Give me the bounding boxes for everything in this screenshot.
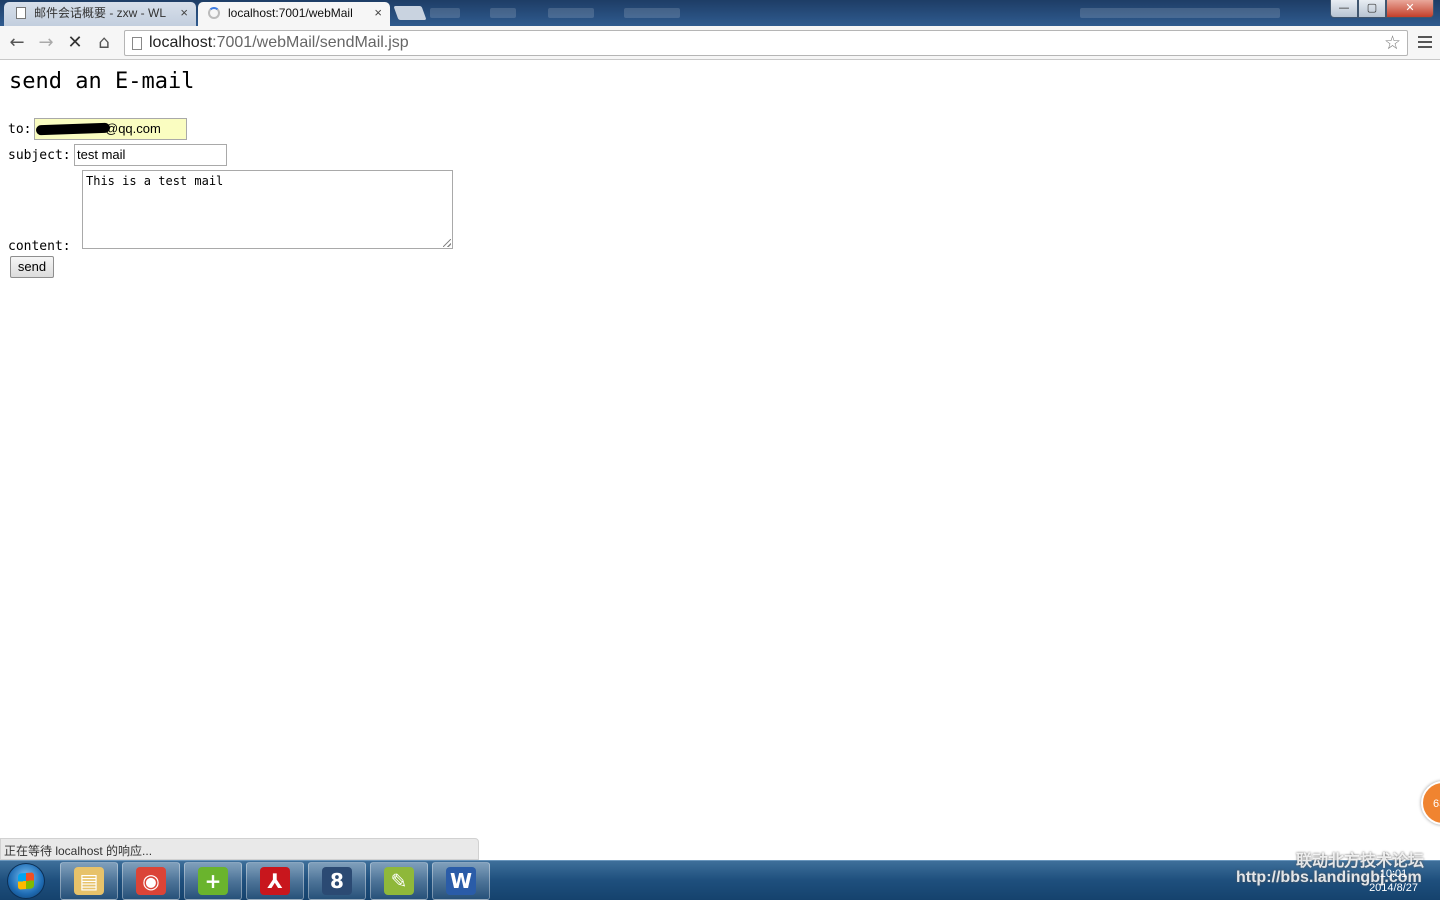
home-icon[interactable]: ⌂ [93,32,115,54]
plus-app-icon: + [198,867,228,895]
browser-toolbar: ← → ✕ ⌂ localhost:7001/webMail/sendMail.… [0,26,1440,60]
url-host: localhost [149,34,213,51]
send-button[interactable]: send [10,256,54,278]
content-textarea[interactable]: This is a test mail [82,170,453,249]
windows-logo-icon [18,872,34,890]
tab-title: 邮件会话概要 - zxw - WL [34,6,166,20]
chrome-icon: ◉ [136,867,166,895]
to-field-value: @qq.com [105,121,161,136]
system-clock[interactable]: 10:01 2014/8/27 [1369,867,1418,895]
tab-close-icon[interactable]: × [374,2,382,24]
address-bar[interactable]: localhost:7001/webMail/sendMail.jsp ☆ [124,30,1408,56]
subject-field-value: test mail [77,147,126,162]
taskbar-app-button[interactable]: ✎ [370,862,428,900]
eclipse-script-icon: 8 [322,867,352,895]
tab-close-icon[interactable]: × [180,2,188,24]
stop-loading-icon[interactable]: ✕ [64,32,86,54]
blurred-bookmark [624,8,680,18]
notepad-icon: ✎ [384,867,414,895]
tab-webmail[interactable]: localhost:7001/webMail × [198,2,390,26]
taskbar-app-button[interactable]: ⅄ [246,862,304,900]
windows-taskbar: ▤ ◉ + ⅄ 8 ✎ W 联动北方技术论坛 http://bbs.landingbj.co… [0,853,1440,900]
loading-spinner-icon [208,7,220,19]
window-controls: — ▢ ✕ [1330,0,1434,18]
url-path: :7001/webMail/sendMail.jsp [212,34,409,51]
resize-grip-icon[interactable] [443,239,451,247]
taskbar-app-button[interactable]: ▤ [60,862,118,900]
url-text: localhost:7001/webMail/sendMail.jsp [149,34,409,52]
maximize-button[interactable]: ▢ [1358,0,1386,18]
blurred-bookmark [490,8,516,18]
start-button[interactable] [7,863,45,899]
back-arrow-icon[interactable]: ← [6,32,28,54]
word-icon: W [446,867,476,895]
browser-tabstrip: 邮件会话概要 - zxw - WL × localhost:7001/webMa… [0,0,1440,26]
taskbar-app-button[interactable]: 8 [308,862,366,900]
forward-arrow-icon[interactable]: → [35,32,57,54]
tab-mail-session-summary[interactable]: 邮件会话概要 - zxw - WL × [4,2,196,26]
chrome-menu-icon[interactable] [1418,36,1432,51]
to-label: to: [8,122,32,137]
blurred-bookmark [548,8,594,18]
clock-time: 10:01 [1379,868,1408,880]
page-icon [132,37,142,50]
content-label: content: [8,239,71,254]
file-explorer-icon: ▤ [74,867,104,895]
subject-field[interactable]: test mail [74,144,227,166]
bookmark-star-icon[interactable]: ☆ [1384,32,1401,54]
subject-label: subject: [8,148,71,163]
tab-title: localhost:7001/webMail [228,6,353,20]
status-bubble: 正在等待 localhost 的响应... [0,838,479,860]
taskbar-app-button[interactable]: + [184,862,242,900]
acrobat-icon: ⅄ [260,867,290,895]
clock-date: 2014/8/27 [1369,882,1418,894]
content-textarea-value: This is a test mail [86,174,224,188]
close-window-button[interactable]: ✕ [1386,0,1434,18]
taskbar-app-button[interactable]: W [432,862,490,900]
blurred-toolbar-area [1080,8,1280,18]
taskbar-app-button[interactable]: ◉ [122,862,180,900]
new-tab-button[interactable] [393,6,427,20]
minimize-button[interactable]: — [1330,0,1358,18]
page-content: send an E-mail to: @qq.com subject: test… [0,61,1440,837]
page-title: send an E-mail [9,69,195,94]
blurred-bookmark [430,8,460,18]
page-icon [16,7,26,19]
